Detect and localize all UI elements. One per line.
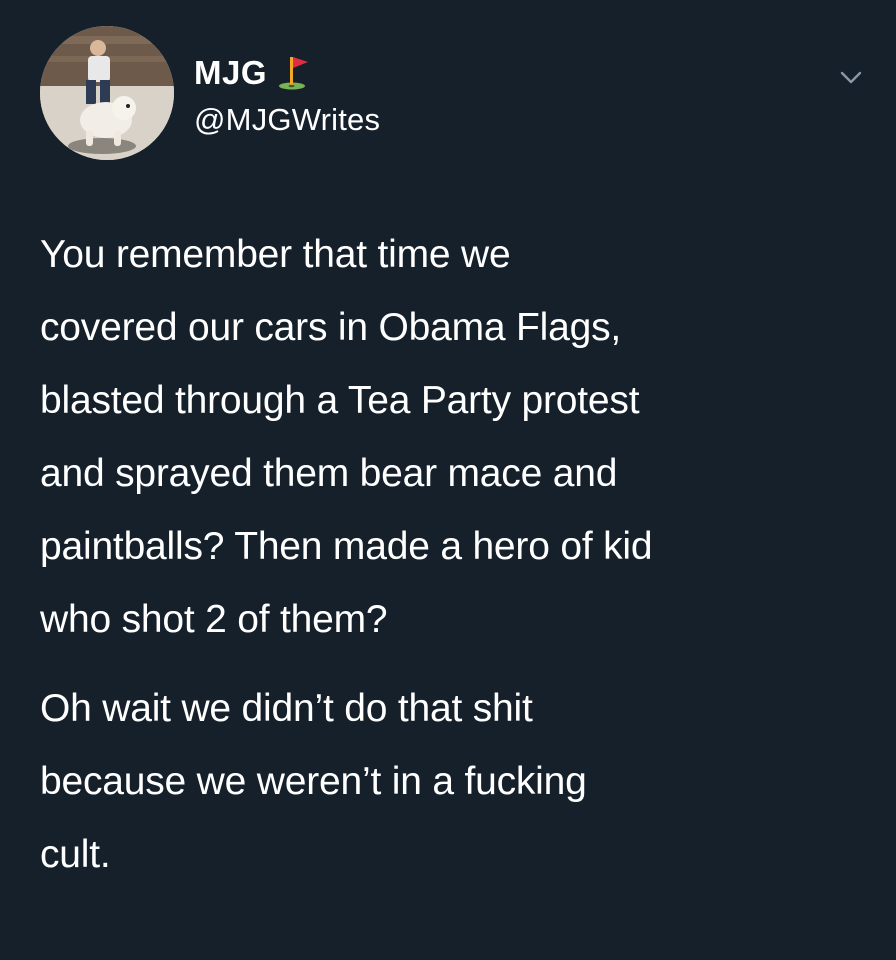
user-handle[interactable]: @MJGWrites	[194, 102, 380, 138]
tweet-header: MJG @MJGWrites	[40, 26, 866, 166]
tweet-paragraph-2: Oh wait we didn’t do that shit because w…	[40, 687, 587, 876]
tweet-text: You remember that time we covered our ca…	[40, 218, 866, 891]
tweet-card: MJG @MJGWrites You remember that time we…	[0, 0, 896, 960]
display-name-row: MJG	[194, 52, 380, 94]
avatar-photo	[40, 26, 174, 160]
user-info: MJG @MJGWrites	[194, 52, 380, 138]
avatar[interactable]	[40, 26, 174, 160]
display-name[interactable]: MJG	[194, 54, 267, 92]
chevron-down-icon[interactable]	[836, 62, 866, 92]
golf-flag-icon	[277, 55, 311, 91]
tweet-paragraph-1: You remember that time we covered our ca…	[40, 233, 653, 641]
